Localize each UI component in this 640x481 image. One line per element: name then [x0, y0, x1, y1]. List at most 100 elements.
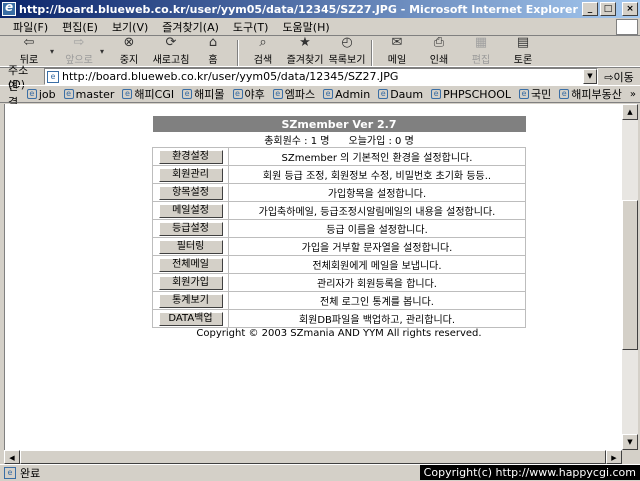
address-input[interactable]: e http://board.blueweb.co.kr/user/yym05/…	[44, 68, 598, 85]
go-label: 이동	[613, 70, 634, 84]
print-button[interactable]: ⎙ 인쇄	[418, 35, 460, 66]
vertical-scroll-thumb[interactable]	[622, 200, 638, 350]
link-yahoo[interactable]: e 야후	[232, 86, 265, 102]
stop-icon: ⊗	[123, 35, 135, 50]
table-row: 통계보기 전체 로그인 통계를 봅니다.	[152, 291, 526, 310]
favorites-label: 즐겨찾기	[286, 55, 324, 66]
link-page-icon: e	[519, 89, 530, 99]
horizontal-scroll-thumb[interactable]	[20, 450, 606, 464]
level-settings-button[interactable]: 등급설정	[158, 222, 223, 236]
link-kookmin[interactable]: e 국민	[519, 86, 551, 102]
links-more-icon[interactable]: »	[630, 89, 636, 100]
menu-favorites[interactable]: 즐겨찾기(A)	[155, 19, 226, 35]
menu-help[interactable]: 도움말(H)	[275, 19, 336, 35]
link-daum[interactable]: e Daum	[378, 88, 423, 101]
table-row: 회원가입 관리자가 회원등록을 합니다.	[152, 273, 526, 292]
link-empas[interactable]: e 엠파스	[272, 86, 315, 102]
link-master[interactable]: e master	[63, 88, 114, 101]
menu-view[interactable]: 보기(V)	[105, 19, 155, 35]
link-page-icon: e	[272, 89, 283, 99]
search-button[interactable]: ⌕ 검색	[242, 35, 284, 66]
link-page-icon: e	[122, 89, 133, 99]
row-description: 관리자가 회원등록을 합니다.	[228, 273, 526, 292]
refresh-button[interactable]: ⟳ 새로고침	[150, 35, 192, 66]
row-description: SZmember 의 기본적인 환경을 설정합니다.	[228, 147, 526, 166]
settings-button[interactable]: 환경설정	[158, 150, 223, 164]
home-label: 홈	[208, 55, 218, 66]
member-manage-button[interactable]: 회원관리	[158, 168, 223, 182]
menu-bar: 파일(F) 편집(E) 보기(V) 즐겨찾기(A) 도구(T) 도움말(H)	[0, 18, 640, 36]
link-admin[interactable]: e Admin	[323, 88, 370, 101]
maximize-button[interactable]: □	[600, 2, 616, 16]
link-page-icon: e	[182, 89, 193, 99]
discuss-button[interactable]: ▤ 토론	[502, 35, 544, 66]
link-happy-realestate[interactable]: e 해피부동산	[559, 86, 622, 102]
history-button[interactable]: ◴ 목록보기	[326, 35, 368, 66]
address-url[interactable]: http://board.blueweb.co.kr/user/yym05/da…	[62, 70, 583, 83]
link-page-icon: e	[232, 89, 243, 99]
scroll-down-icon[interactable]: ▼	[622, 434, 638, 450]
favorites-button[interactable]: ★ 즐겨찾기	[284, 35, 326, 66]
statistics-button[interactable]: 통계보기	[158, 294, 223, 308]
mail-button[interactable]: ✉ 메일	[376, 35, 418, 66]
forward-label: 앞으로	[65, 55, 93, 66]
refresh-label: 새로고침	[152, 55, 190, 66]
menu-file[interactable]: 파일(F)	[6, 19, 55, 35]
back-dropdown-icon[interactable]: ▾	[50, 47, 58, 56]
filtering-button[interactable]: 필터링	[158, 240, 223, 254]
admin-menu-table: SZmember Ver 2.7 총회원수 : 1 명 오늘가입 : 0 명 환…	[152, 116, 526, 328]
data-backup-button[interactable]: DATA백업	[158, 312, 223, 326]
edit-button[interactable]: ▦ 편집	[460, 35, 502, 66]
title-bar: http://board.blueweb.co.kr/user/yym05/da…	[0, 0, 640, 18]
forward-button[interactable]: ⇨ 앞으로	[58, 35, 100, 66]
vertical-scrollbar[interactable]: ▲ ▼	[622, 104, 638, 450]
print-icon: ⎙	[433, 35, 445, 50]
page-title: SZmember Ver 2.7	[152, 116, 526, 132]
search-label: 검색	[253, 55, 273, 66]
scroll-right-icon[interactable]: ▶	[606, 450, 622, 464]
stop-label: 중지	[119, 55, 139, 66]
menu-tools[interactable]: 도구(T)	[226, 19, 276, 35]
table-row: 등급설정 등급 이름을 설정합니다.	[152, 219, 526, 238]
home-button[interactable]: ⌂ 홈	[192, 35, 234, 66]
fields-button[interactable]: 항목설정	[158, 186, 223, 200]
table-row: 전체메일 전체회원에게 메일을 보냅니다.	[152, 255, 526, 274]
minimize-button[interactable]: _	[582, 2, 598, 16]
mail-settings-button[interactable]: 메일설정	[158, 204, 223, 218]
menu-edit[interactable]: 편집(E)	[55, 19, 105, 35]
link-page-icon: e	[63, 89, 74, 99]
link-happymall[interactable]: e 해피몰	[182, 86, 225, 102]
scroll-left-icon[interactable]: ◀	[4, 450, 20, 464]
stop-button[interactable]: ⊗ 중지	[108, 35, 150, 66]
status-text: 완료	[20, 466, 41, 480]
row-description: 가입축하메일, 등급조정시알림메일의 내용을 설정합니다.	[228, 201, 526, 220]
edit-label: 편집	[471, 55, 491, 66]
link-happycgi[interactable]: e 해피CGI	[122, 86, 174, 102]
close-button[interactable]: ×	[622, 2, 638, 16]
edit-icon: ▦	[474, 35, 488, 50]
history-icon: ◴	[341, 35, 353, 50]
link-job[interactable]: e job	[26, 88, 56, 101]
back-arrow-icon: ⇦	[23, 35, 35, 50]
link-page-icon: e	[378, 89, 389, 99]
table-row: 메일설정 가입축하메일, 등급조정시알림메일의 내용을 설정합니다.	[152, 201, 526, 220]
horizontal-scrollbar[interactable]: ◀ ▶	[4, 450, 622, 464]
mass-mail-button[interactable]: 전체메일	[158, 258, 223, 272]
address-dropdown-icon[interactable]: ▼	[583, 69, 597, 84]
toolbar: ⇦ 뒤로 ▾ ⇨ 앞으로 ▾ ⊗ 중지 ⟳ 새로고침 ⌂ 홈 ⌕ 검색 ★ 즐겨…	[0, 35, 640, 67]
go-button[interactable]: ⇨이동	[598, 69, 640, 85]
table-row: 항목설정 가입항목을 설정합니다.	[152, 183, 526, 202]
toolbar-separator	[237, 40, 239, 66]
link-page-icon: e	[431, 89, 442, 99]
mail-icon: ✉	[391, 35, 403, 50]
table-row: DATA백업 회원DB파일을 백업하고, 관리합니다.	[152, 309, 526, 328]
page-content: SZmember Ver 2.7 총회원수 : 1 명 오늘가입 : 0 명 환…	[4, 104, 622, 450]
scroll-up-icon[interactable]: ▲	[622, 104, 638, 120]
row-description: 전체 로그인 통계를 봅니다.	[228, 291, 526, 310]
search-icon: ⌕	[259, 35, 267, 50]
forward-dropdown-icon[interactable]: ▾	[100, 47, 108, 56]
link-phpschool[interactable]: e PHPSCHOOL	[431, 88, 511, 101]
register-member-button[interactable]: 회원가입	[158, 276, 223, 290]
link-page-icon: e	[559, 89, 570, 99]
table-row: 회원관리 회원 등급 조정, 회원정보 수정, 비밀번호 초기화 등등..	[152, 165, 526, 184]
